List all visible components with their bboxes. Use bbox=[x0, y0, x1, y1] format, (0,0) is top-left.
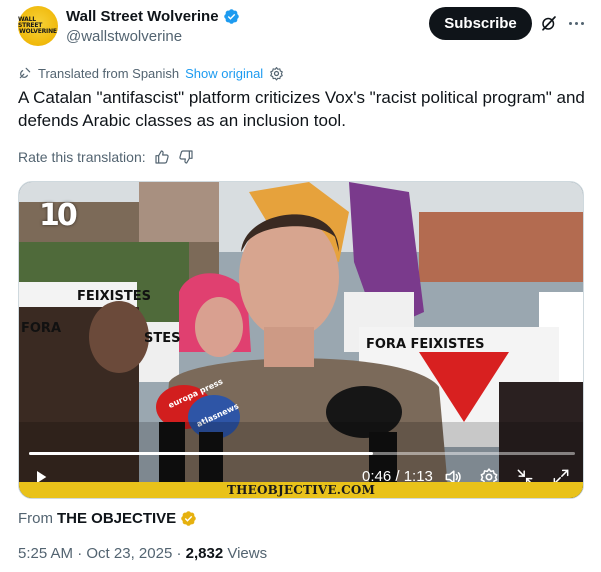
display-name[interactable]: Wall Street Wolverine bbox=[66, 8, 219, 25]
translate-icon bbox=[19, 67, 31, 79]
thumbs-down-icon[interactable] bbox=[178, 149, 194, 165]
brand-band: THEOBJECTIVE.COM bbox=[19, 482, 583, 498]
tweet-time[interactable]: 5:25 AM bbox=[18, 545, 73, 562]
rate-translation-row: Rate this translation: bbox=[18, 147, 194, 167]
handle[interactable]: @wallstwolverine bbox=[66, 28, 240, 45]
thumbs-up-icon[interactable] bbox=[154, 149, 170, 165]
tweet-date[interactable]: Oct 23, 2025 bbox=[86, 545, 172, 562]
brand-text: THEOBJECTIVE.COM bbox=[227, 483, 376, 497]
author-block: Wall Street Wolverine @wallstwolverine bbox=[66, 8, 240, 45]
channel-logo: 10 bbox=[39, 198, 78, 233]
settings-icon[interactable] bbox=[269, 66, 284, 81]
views-count: 2,832 bbox=[185, 545, 224, 562]
source-row: From THE OBJECTIVE bbox=[18, 508, 197, 528]
sign-right-text: FORA FEIXISTES bbox=[366, 337, 484, 352]
sign-left-text: FEIXISTES bbox=[77, 289, 151, 304]
separator-dot: · bbox=[176, 545, 186, 562]
tweet-header: WALL STREET WOLVERINE Wall Street Wolver… bbox=[18, 6, 588, 50]
more-icon[interactable] bbox=[566, 14, 586, 32]
tweet-meta: 5:25 AM · Oct 23, 2025 · 2,832 Views bbox=[18, 545, 267, 562]
source-from-label: From bbox=[18, 509, 53, 527]
display-name-row[interactable]: Wall Street Wolverine bbox=[66, 8, 240, 25]
rate-translation-label: Rate this translation: bbox=[18, 149, 146, 165]
sign-left-text-2: FORA bbox=[21, 321, 61, 336]
video-player[interactable]: FEIXISTES FORA STES FORA FEIXISTES europ… bbox=[18, 181, 584, 499]
subscribe-button[interactable]: Subscribe bbox=[429, 7, 532, 40]
grok-icon[interactable] bbox=[540, 14, 558, 32]
translation-notice: Translated from Spanish Show original bbox=[18, 64, 284, 82]
source-name-link[interactable]: THE OBJECTIVE bbox=[57, 510, 176, 527]
avatar-text-2: WOLVERINE bbox=[19, 28, 57, 35]
sign-center-text: STES bbox=[144, 331, 180, 346]
translated-from-label: Translated from Spanish bbox=[38, 65, 180, 81]
verified-gold-badge-icon bbox=[181, 510, 196, 526]
progress-fill bbox=[29, 452, 373, 455]
tweet-text: A Catalan "antifascist" platform critici… bbox=[18, 88, 585, 130]
separator-dot: · bbox=[77, 545, 87, 562]
verified-badge-icon bbox=[223, 9, 239, 24]
views-label: Views bbox=[227, 545, 268, 562]
progress-bar[interactable] bbox=[29, 452, 575, 455]
avatar[interactable]: WALL STREET WOLVERINE bbox=[18, 6, 58, 46]
show-original-link[interactable]: Show original bbox=[185, 66, 263, 81]
